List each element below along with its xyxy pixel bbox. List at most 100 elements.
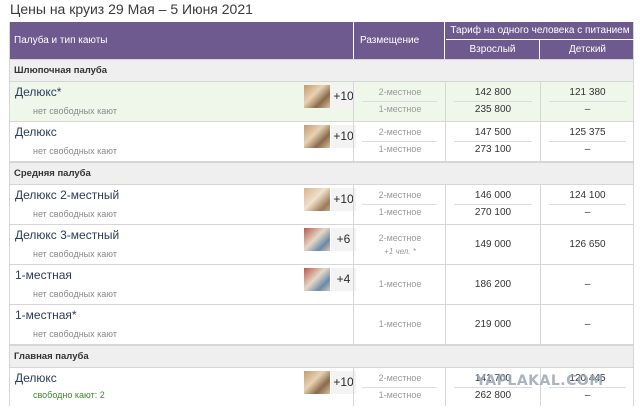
accommodation-cell: 2-местное 1-местное: [353, 82, 446, 121]
adult-price: 235 800: [474, 104, 512, 115]
table-row[interactable]: Делюкс нет свободных кают +10 2-местное …: [10, 122, 633, 162]
table-row[interactable]: Делюкс 2-местный нет свободных кают +10 …: [10, 185, 633, 225]
child-price-cell: –: [541, 265, 634, 304]
child-price: –: [584, 279, 591, 290]
adult-price-cell: 146 000 270 100: [446, 185, 541, 224]
cabin-cell: 1-местная* нет свободных кают: [13, 305, 353, 344]
availability-text: нет свободных кают: [33, 146, 117, 156]
adult-price-cell: 142 800 235 800: [446, 82, 541, 121]
child-price: –: [584, 104, 591, 115]
deck-name: Шлюпочная палуба: [14, 65, 108, 76]
cabin-photo-thumbnail[interactable]: [304, 371, 330, 394]
child-price: –: [584, 319, 591, 330]
child-price: –: [584, 144, 591, 155]
deck-heading: Шлюпочная палуба: [10, 59, 633, 82]
adult-price: 147 500: [474, 127, 512, 138]
accommodation-option: 2-местное: [378, 373, 422, 383]
header-tariff: Тариф на одного человека с питанием: [446, 22, 634, 40]
availability-text: нет свободных кают: [33, 289, 117, 299]
divider: [454, 141, 532, 142]
cabin-name-link[interactable]: Делюкс 2-местный: [15, 188, 119, 202]
divider: [454, 101, 532, 102]
cabin-name-link[interactable]: 1-местная: [15, 268, 72, 282]
divider: [549, 141, 626, 142]
page-title: Цены на круиз 29 Мая – 5 Июня 2021: [10, 1, 253, 17]
adult-price: 146 000: [474, 190, 512, 201]
accommodation-cell: 1-местное: [353, 265, 446, 304]
accommodation-option: 1-местное: [378, 144, 422, 154]
adult-price: 262 800: [474, 390, 512, 401]
child-price: –: [584, 390, 591, 401]
accommodation-option: 2-местное: [378, 233, 422, 243]
deck-name: Средняя палуба: [14, 168, 91, 179]
cabin-name-link[interactable]: Делюкс 3-местный: [15, 228, 119, 242]
accommodation-option: 1-местное: [378, 319, 422, 329]
divider: [362, 101, 437, 102]
child-price: 121 380: [569, 87, 606, 98]
adult-price: 142 800: [474, 87, 512, 98]
child-price-cell: –: [541, 305, 634, 344]
accommodation-cell: 2-местное +1 чел. *: [353, 225, 446, 264]
adult-price: 219 000: [474, 319, 512, 330]
cabin-photo-thumbnail[interactable]: [304, 125, 330, 148]
child-price: 125 375: [569, 127, 606, 138]
child-price: 126 650: [569, 239, 606, 250]
adult-price: 270 100: [474, 207, 512, 218]
accommodation-option: 1-местное: [378, 207, 422, 217]
accommodation-option: 1-местное: [378, 279, 422, 289]
divider: [454, 204, 532, 205]
deck-heading: Главная палуба: [10, 345, 633, 368]
cabin-name-link[interactable]: Делюкс: [15, 125, 57, 139]
divider: [362, 387, 437, 388]
child-price: –: [584, 207, 591, 218]
cabin-name-link[interactable]: Делюкс: [15, 371, 57, 385]
accommodation-option: 2-местное: [378, 87, 422, 97]
adult-price-cell: 219 000: [446, 305, 541, 344]
cabin-photo-thumbnail[interactable]: [304, 228, 330, 251]
table-row[interactable]: Делюкс* нет свободных кают +10 2-местное…: [10, 82, 633, 122]
cabin-cell: 1-местная нет свободных кают +4: [13, 265, 356, 304]
accommodation-option: 1-местное: [378, 390, 422, 400]
child-price-cell: 125 375 –: [541, 122, 634, 161]
availability-text: свободно кают: 2: [33, 390, 105, 400]
header-adult: Взрослый: [446, 40, 540, 59]
child-price: 124 100: [569, 190, 606, 201]
watermark: YAPLAKAL.COM: [476, 373, 604, 389]
header-child: Детский: [568, 44, 607, 55]
adult-price-cell: 149 000: [446, 225, 541, 264]
child-price-cell: 124 100 –: [541, 185, 634, 224]
table-row[interactable]: Делюкс 3-местный нет свободных кают +6 2…: [10, 225, 633, 265]
cabin-name-link[interactable]: 1-местная*: [15, 308, 77, 322]
divider: [362, 141, 437, 142]
adult-price: 186 200: [474, 279, 512, 290]
accommodation-option: 2-местное: [378, 190, 422, 200]
header-accommodation: Размещение: [360, 35, 420, 46]
cabin-cell: Делюкс свободно кают: 2 +10: [13, 368, 356, 406]
divider: [549, 101, 626, 102]
cabin-photo-thumbnail[interactable]: [304, 268, 330, 291]
adult-price: 149 000: [474, 239, 512, 250]
deck-name: Главная палуба: [14, 351, 89, 362]
table-row[interactable]: 1-местная* нет свободных кают 1-местное …: [10, 305, 633, 345]
cabin-cell: Делюкс нет свободных кают +10: [13, 122, 356, 161]
accommodation-option: 2-местное: [378, 127, 422, 137]
cabin-photo-thumbnail[interactable]: [304, 85, 330, 108]
child-price-cell: 121 380 –: [541, 82, 634, 121]
price-table: Палуба и тип каюты Размещение Тариф на о…: [9, 22, 634, 406]
accommodation-cell: 2-местное 1-местное: [353, 368, 446, 406]
availability-text: нет свободных кают: [33, 209, 117, 219]
accommodation-cell: 1-местное: [353, 305, 446, 344]
adult-price-cell: 147 500 273 100: [446, 122, 541, 161]
accommodation-option: 1-местное: [378, 104, 422, 114]
header-accommodation-cell: Размещение: [353, 22, 445, 59]
child-price-cell: 126 650: [541, 225, 634, 264]
cabin-photo-thumbnail[interactable]: [304, 188, 330, 211]
deck-heading: Средняя палуба: [10, 162, 633, 185]
table-row[interactable]: 1-местная нет свободных кают +4 1-местно…: [10, 265, 633, 305]
header-deck-and-cabin: Палуба и тип каюты: [14, 35, 108, 46]
extra-person-note: +1 чел. *: [384, 247, 416, 256]
adult-price: 273 100: [474, 144, 512, 155]
cabin-name-link[interactable]: Делюкс*: [15, 85, 61, 99]
availability-text: нет свободных кают: [33, 106, 117, 116]
adult-price-cell: 186 200: [446, 265, 541, 304]
